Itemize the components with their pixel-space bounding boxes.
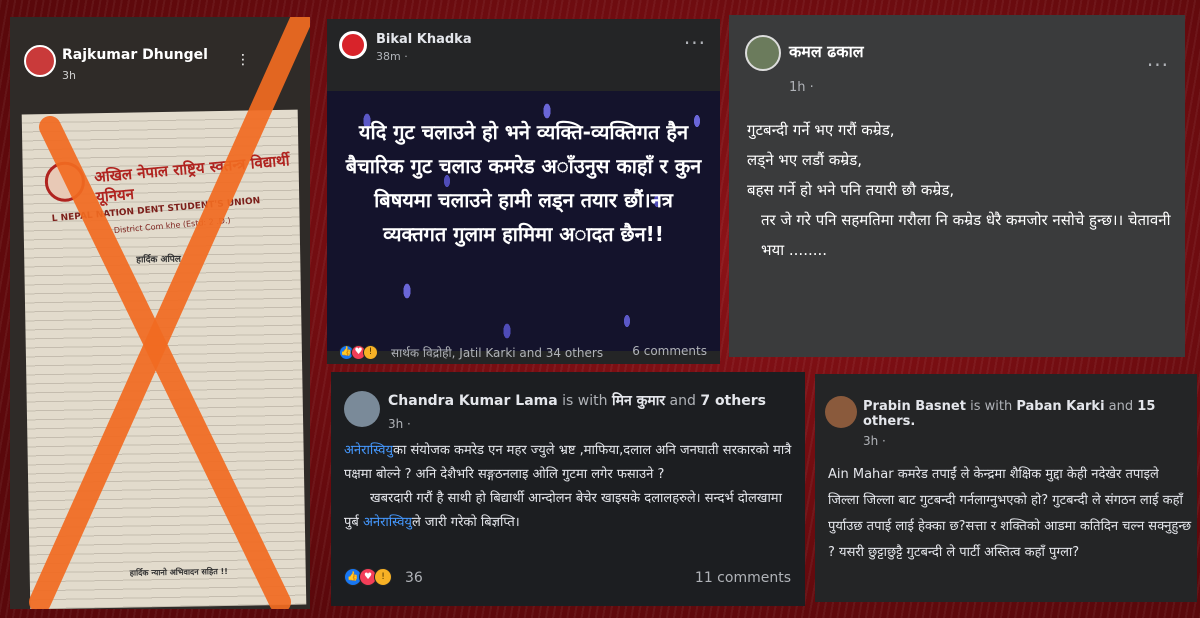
body-line: लड्ने भए लडौं कम्रेड, [747, 151, 863, 169]
more-options-icon[interactable]: ··· [1147, 55, 1169, 75]
and-text: and [669, 393, 696, 409]
reactions-summary[interactable]: सार्थक विद्रोही, Jatil Karki and 34 othe… [391, 344, 603, 361]
reaction-icons[interactable]: 👍 ♥ ! [344, 568, 392, 586]
post-time: 38m · [376, 50, 408, 63]
hashtag-link[interactable]: अनेरास्वियु [363, 515, 412, 530]
post-time: 3h [62, 69, 76, 82]
wow-icon: ! [374, 568, 392, 586]
avatar[interactable] [344, 391, 380, 427]
post-header: Prabin Basnet is with Paban Karki and 15… [863, 399, 1197, 429]
story-rajkumar[interactable]: अखिल नेपाल राष्ट्रिय स्वतन्त्र विद्यार्थ… [10, 17, 310, 609]
more-options-icon[interactable]: ··· [684, 33, 706, 53]
reaction-icons[interactable]: 👍 ♥ ! [339, 345, 378, 360]
avatar[interactable] [339, 31, 367, 59]
post-media[interactable]: यदि गुट चलाउने हो भने व्यक्ति-व्यक्तिगत … [327, 91, 720, 351]
author-name[interactable]: Chandra Kumar Lama [388, 393, 558, 409]
tagged-user[interactable]: मिन कुमार [612, 393, 665, 409]
author-name[interactable]: कमल ढकाल [789, 40, 864, 62]
body-line: बहस गर्ने हो भने पनि तयारी छौ कम्रेड, [747, 181, 955, 199]
post-prabin: Prabin Basnet is with Paban Karki and 15… [815, 374, 1197, 602]
post-body: गुटबन्दी गर्ने भए गरौं कम्रेड, लड्ने भए … [747, 115, 1177, 265]
comments-count[interactable]: 11 comments [695, 570, 791, 586]
with-text: is with [562, 393, 608, 409]
post-body: अनेरास्वियुका संयोजक कमरेड एन महर ज्युले… [344, 439, 799, 535]
post-chandra: Chandra Kumar Lama is with मिन कुमार and… [331, 372, 805, 606]
post-bikal: Bikal Khadka 38m · ··· यदि गुट चलाउने हो… [327, 19, 720, 364]
comments-count[interactable]: 6 comments [632, 344, 707, 358]
post-time: 1h · [789, 80, 814, 95]
tagged-user[interactable]: Paban Karki [1016, 399, 1104, 414]
hashtag-link[interactable]: अनेरास्वियु [344, 443, 393, 458]
post-header: Chandra Kumar Lama is with मिन कुमार and… [388, 391, 766, 410]
post-kamal: कमल ढकाल 1h · ··· गुटबन्दी गर्ने भए गरौं… [729, 15, 1185, 357]
media-text: यदि गुट चलाउने हो भने व्यक्ति-व्यक्तिगत … [345, 120, 702, 246]
and-text: and [1108, 399, 1134, 414]
cross-mark-icon [29, 17, 310, 609]
avatar[interactable] [745, 35, 781, 71]
author-name[interactable]: Prabin Basnet [863, 399, 966, 414]
avatar[interactable] [24, 45, 56, 77]
post-time: 3h · [863, 434, 886, 448]
more-options-icon[interactable]: ⋮ [236, 53, 251, 67]
body-text: ले जारी गरेको बिज्ञप्ति। [411, 515, 520, 530]
avatar[interactable] [825, 396, 857, 428]
body-text: का संयोजक कमरेड एन महर ज्युले भ्रष्ट ,मा… [344, 443, 792, 482]
with-text: is with [970, 399, 1013, 414]
body-line: गुटबन्दी गर्ने भए गरौं कम्रेड, [747, 121, 895, 139]
author-name[interactable]: Bikal Khadka [376, 32, 472, 47]
post-time: 3h · [388, 417, 411, 431]
body-line: तर जे गरे पनि सहमतिमा गरौला नि कम्रेड धे… [761, 211, 1171, 259]
post-body: Ain Mahar कमरेड तपाईं ले केन्द्रमा शैक्ष… [828, 467, 1192, 560]
wow-icon: ! [363, 345, 378, 360]
author-name[interactable]: Rajkumar Dhungel [62, 47, 208, 63]
tagged-others[interactable]: 7 others [700, 393, 766, 409]
reaction-count[interactable]: 36 [405, 570, 423, 586]
